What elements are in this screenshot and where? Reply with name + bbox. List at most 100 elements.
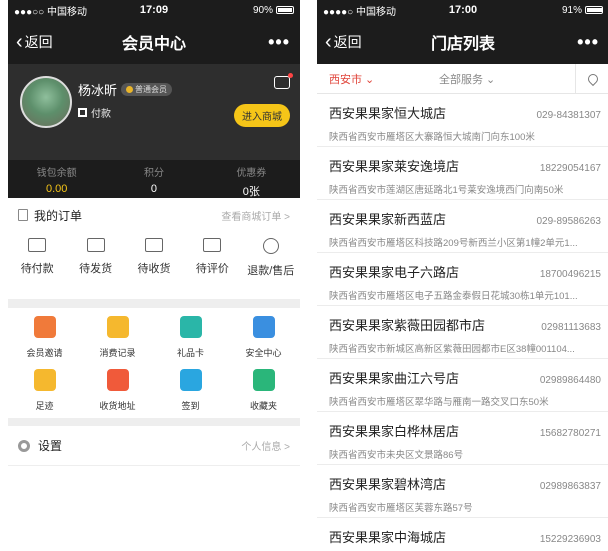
order-label: 待发货 <box>79 263 113 275</box>
favorites-tray-icon <box>252 369 275 391</box>
store-address: 陕西省西安市雁塔区电子五路金泰假日花城30栋1单元101... <box>329 291 578 302</box>
store-item[interactable]: 西安果果家新西蓝店 029-89586263 陕西省西安市雁塔区科技路209号新西兰… <box>317 200 608 253</box>
order-pending-review[interactable]: 待评价 <box>184 238 240 299</box>
stat-wallet[interactable]: 钱包余额 0.00 <box>8 160 105 198</box>
battery-icon <box>276 6 294 14</box>
city-dropdown[interactable]: 西安市 ⌄ <box>329 71 374 87</box>
store-address: 陕西省西安市新城区高新区紫薇田园都市E区38幢001104... <box>329 344 575 355</box>
store-name: 西安果果家莱安逸境店 <box>329 159 460 174</box>
order-pending-payment[interactable]: 待付款 <box>9 238 65 299</box>
store-name: 西安果果家白桦林居店 <box>329 424 460 439</box>
store-name: 西安果果家紫薇田园都市店 <box>329 318 486 333</box>
nav-bar: ‹ 返回 门店列表 ••• <box>317 20 608 64</box>
truck-icon <box>144 238 163 252</box>
stat-points[interactable]: 积分 0 <box>105 160 202 198</box>
avatar[interactable] <box>20 76 72 128</box>
store-phone[interactable]: 18229054167 <box>540 163 601 174</box>
nav-bar: ‹ 返回 会员中心 ••• <box>8 20 300 64</box>
back-button[interactable]: ‹ 返回 <box>16 20 53 64</box>
service-label: 收藏夹 <box>249 401 277 411</box>
store-phone[interactable]: 02981113683 <box>541 322 601 333</box>
order-pending-receipt[interactable]: 待收货 <box>126 238 182 299</box>
gift-mail-icon <box>33 316 56 338</box>
service-label: 礼品卡 <box>176 348 204 358</box>
store-address: 陕西省西安市雁塔区大寨路恒大城南门向东100米 <box>329 132 535 143</box>
member-level-badge: 普通会员 <box>121 83 173 96</box>
service-dropdown[interactable]: 全部服务 ⌄ <box>439 71 495 87</box>
order-label: 退款/售后 <box>247 265 295 277</box>
store-phone[interactable]: 18700496215 <box>540 269 601 280</box>
store-phone[interactable]: 02989863837 <box>540 481 601 492</box>
profile-header: 杨冰昕 普通会员 付款 进入商城 <box>8 64 300 160</box>
service-item[interactable]: 礼品卡 <box>154 316 227 359</box>
store-phone[interactable]: 029-89586263 <box>536 216 601 227</box>
order-refund[interactable]: 退款/售后 <box>243 238 299 299</box>
chevron-left-icon: ‹ <box>16 31 23 53</box>
personal-info-link[interactable]: 个人信息 > <box>241 438 290 453</box>
store-item[interactable]: 西安果果家曲江六号店 02989864480 陕西省西安市雁塔区翠华路与雁南一路交叉… <box>317 359 608 412</box>
store-name: 西安果果家曲江六号店 <box>329 371 460 386</box>
service-label: 安全中心 <box>245 348 282 358</box>
store-name: 西安果果家中海城店 <box>329 530 447 545</box>
store-phone[interactable]: 02989864480 <box>540 375 601 386</box>
stat-coupons[interactable]: 优惠券 0张 <box>203 160 300 198</box>
location-pin-icon <box>106 369 129 391</box>
store-item[interactable]: 西安果果家电子六路店 18700496215 陕西省西安市雁塔区电子五路金泰假日花城… <box>317 253 608 306</box>
order-label: 待收货 <box>137 263 171 275</box>
service-item[interactable]: 安全中心 <box>227 316 300 359</box>
store-item[interactable]: 西安果果家莱安逸境店 18229054167 陕西省西安市莲湖区唐延路北1号莱安逸境… <box>317 147 608 200</box>
member-level-label: 普通会员 <box>135 85 168 94</box>
qr-code-icon <box>78 108 87 117</box>
service-item[interactable]: 收货地址 <box>81 369 154 412</box>
service-item[interactable]: 收藏夹 <box>227 369 300 412</box>
comment-icon <box>203 238 222 252</box>
gear-icon <box>18 439 30 452</box>
order-pending-shipment[interactable]: 待发货 <box>68 238 124 299</box>
orders-header: 我的订单 查看商城订单 > <box>8 202 300 228</box>
order-status-row: 待付款 待发货 待收货 待评价 退款/售后 <box>8 228 300 300</box>
store-address: 陕西省西安市雁塔区翠华路与雁南一路交叉口东50米 <box>329 397 549 408</box>
service-item[interactable]: 签到 <box>154 369 227 412</box>
orders-title: 我的订单 <box>34 208 83 223</box>
message-icon[interactable] <box>274 73 293 89</box>
service-item[interactable]: 足迹 <box>8 369 81 412</box>
package-icon <box>86 238 105 252</box>
store-phone[interactable]: 15682780271 <box>540 428 601 439</box>
store-address: 陕西省西安市莲湖区唐延路北1号莱安逸境西门向南50米 <box>329 185 564 196</box>
store-item[interactable]: 西安果果家碧林湾店 02989863837 陕西省西安市雁塔区芙蓉东路57号 <box>317 465 608 518</box>
enter-shop-button[interactable]: 进入商城 <box>234 104 290 127</box>
battery-percent: 91% <box>561 4 582 16</box>
store-phone[interactable]: 15229236903 <box>540 534 601 545</box>
more-button[interactable]: ••• <box>577 20 599 64</box>
store-item[interactable]: 西安果果家恒大城店 029-84381307 陕西省西安市雁塔区大寨路恒大城南门向东… <box>317 94 608 147</box>
refund-icon <box>262 238 279 254</box>
filter-bar: 西安市 ⌄ 全部服务 ⌄ <box>317 64 608 94</box>
service-label: 收货地址 <box>99 401 136 411</box>
stat-value: 0.00 <box>45 183 68 195</box>
back-button[interactable]: ‹ 返回 <box>325 20 362 64</box>
locate-button[interactable] <box>575 64 608 94</box>
pay-code-button[interactable]: 付款 <box>78 105 111 120</box>
store-item[interactable]: 西安果果家中海城店 15229236903 <box>317 518 608 551</box>
back-label: 返回 <box>333 34 362 50</box>
service-label: 足迹 <box>35 401 54 411</box>
account-stats: 钱包余额 0.00 积分 0 优惠券 0张 <box>8 160 300 198</box>
stat-label: 积分 <box>143 168 164 179</box>
service-item[interactable]: 会员邀请 <box>8 316 81 359</box>
divider <box>8 418 300 426</box>
page-title: 会员中心 <box>121 36 186 53</box>
store-address: 陕西省西安市未央区文景路86号 <box>329 450 464 461</box>
store-phone[interactable]: 029-84381307 <box>536 110 601 121</box>
settings-row[interactable]: 设置 个人信息 > <box>8 426 300 466</box>
store-item[interactable]: 西安果果家白桦林居店 15682780271 陕西省西安市未央区文景路86号 <box>317 412 608 465</box>
battery-percent: 90% <box>252 4 273 16</box>
service-item[interactable]: 消费记录 <box>81 316 154 359</box>
store-name: 西安果果家新西蓝店 <box>329 212 447 227</box>
page-title: 门店列表 <box>430 36 495 53</box>
carrier-label: ●●●○○ 中国移动 <box>14 6 87 18</box>
view-shop-orders-link[interactable]: 查看商城订单 > <box>221 208 290 223</box>
more-button[interactable]: ••• <box>268 20 290 64</box>
stat-label: 钱包余额 <box>36 168 77 179</box>
store-item[interactable]: 西安果果家紫薇田园都市店 02981113683 陕西省西安市新城区高新区紫薇田园都… <box>317 306 608 359</box>
user-name: 杨冰昕 <box>78 83 118 98</box>
